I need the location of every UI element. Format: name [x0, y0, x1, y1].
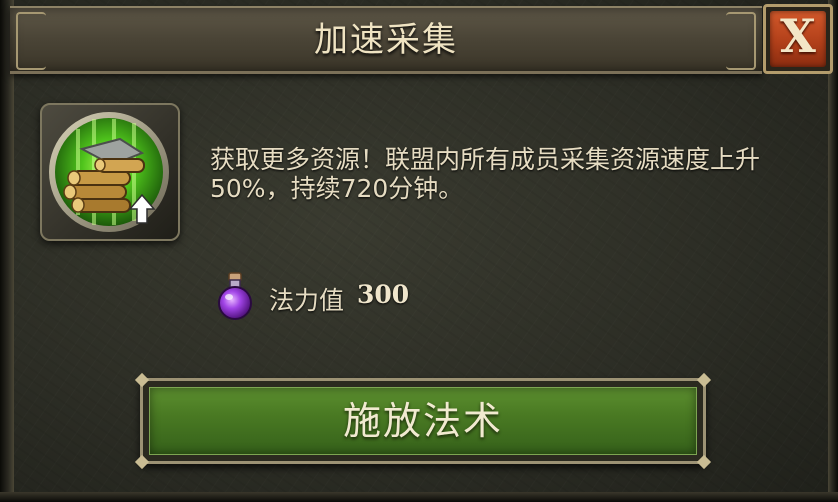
cast-spell-label: 施放法术 [342, 399, 503, 443]
mana-cost: 法力值 300 [212, 271, 452, 321]
mana-cost-label: 法力值 [269, 286, 345, 315]
spell-icon-frame [40, 103, 180, 241]
dialog-title: 加速采集 [314, 20, 458, 60]
dialog-frame-right [828, 0, 838, 502]
title-bar: 加速采集 [10, 6, 762, 74]
close-icon: X [780, 9, 816, 63]
cast-spell-button[interactable]: 施放法术 [134, 372, 712, 470]
spell-description: 获取更多资源！联盟内所有成员采集资源速度上升50%，持续720分钟。 [210, 145, 761, 203]
gather-speed-dialog: 加速采集 X 获取更多资源！联盟内所有成员采集资源速度上升50%，持续720分钟… [0, 0, 838, 502]
close-button[interactable]: X [763, 4, 833, 74]
mana-cost-value: 300 [357, 280, 410, 309]
mana-potion-icon [218, 272, 252, 320]
dialog-frame-bottom [0, 492, 838, 502]
resource-gathering-boost-icon [49, 112, 169, 232]
dialog-frame-left [0, 0, 14, 502]
